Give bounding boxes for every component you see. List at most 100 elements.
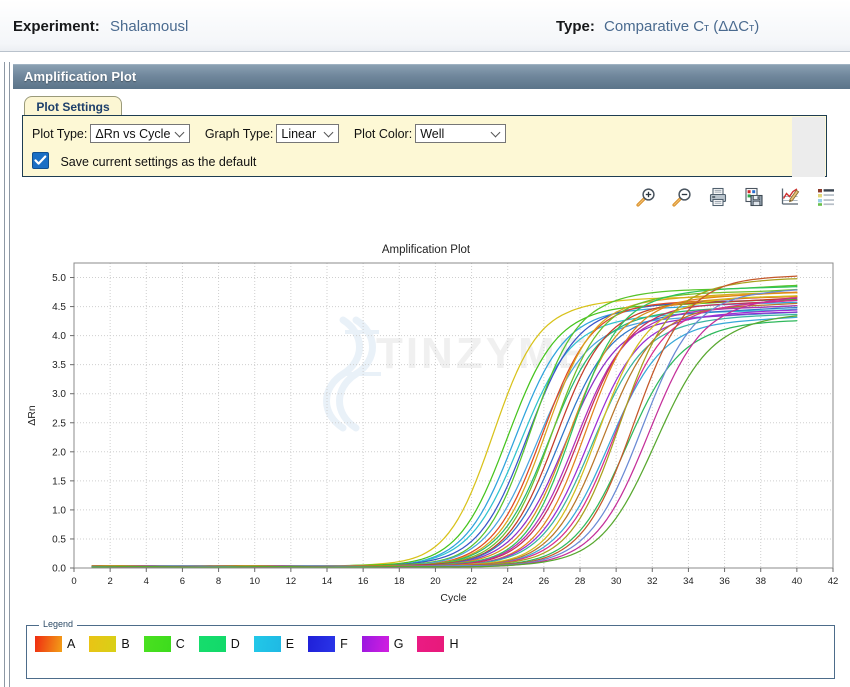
y-tick-label: 4.5 (52, 302, 66, 313)
zoom-in-icon (636, 188, 655, 207)
graph-type-label: Graph Type: (204, 126, 274, 141)
legend-swatch (198, 636, 226, 652)
graph-type-select[interactable]: Linear (276, 124, 340, 143)
legend-label: C (175, 637, 185, 651)
x-tick-label: 16 (358, 576, 369, 587)
save-image-icon (745, 187, 763, 207)
plot-type-label: Plot Type: (32, 126, 88, 141)
x-tick-label: 32 (647, 576, 658, 587)
legend-list-icon (818, 189, 834, 206)
y-tick-label: 1.5 (52, 476, 66, 487)
chevron-down-icon (325, 129, 333, 137)
legend-label: G (393, 637, 404, 651)
type-prefix: Comparative C (604, 18, 705, 35)
plot-type-select[interactable]: ΔRn vs Cycle (90, 124, 191, 143)
type-mid: (ΔΔC (709, 18, 750, 35)
x-tick-label: 28 (575, 576, 586, 587)
y-tick-label: 3.5 (52, 360, 66, 371)
x-tick-label: 42 (828, 576, 839, 587)
chart-plot-area[interactable]: TINZYME0 2 4 6 8 10 12 14 16 18 20 22 24 26 28 30 32 34 36… (13, 228, 839, 618)
legend-swatch (308, 636, 336, 652)
legend-swatch (143, 636, 171, 652)
x-tick-label: 24 (502, 576, 513, 587)
chevron-down-icon (176, 129, 184, 137)
tab-plot-settings[interactable]: Plot Settings (24, 96, 122, 116)
print-button[interactable] (704, 184, 732, 210)
zoom-out-button[interactable] (668, 184, 696, 210)
check-icon (34, 155, 47, 165)
chart-series-group (91, 275, 798, 568)
y-tick-label: 1.0 (52, 505, 66, 516)
x-tick-label: 6 (180, 576, 185, 587)
legend-item-list: A B C D E F G H (35, 636, 473, 652)
legend-swatch (417, 636, 445, 652)
y-tick-label: 4.0 (52, 331, 66, 342)
legend-item[interactable]: A (35, 636, 75, 652)
amplification-plot-screen: Experiment: Shalamousl Type: Comparative… (0, 0, 850, 687)
legend-label: B (121, 637, 130, 651)
x-axis-label: Cycle (440, 592, 466, 604)
x-tick-label: 26 (539, 576, 550, 587)
chevron-down-icon (492, 129, 500, 137)
legend-item[interactable]: G (361, 636, 404, 652)
legend-swatch (35, 636, 62, 652)
x-tick-label: 4 (144, 576, 149, 587)
save-default-checkbox[interactable] (32, 152, 49, 169)
x-tick-label: 8 (216, 576, 221, 587)
chart-series-line[interactable] (91, 284, 798, 568)
plot-color-control: Plot Color: Well (353, 124, 507, 143)
type-label: Type: (556, 18, 595, 35)
chart-toolbar (624, 184, 836, 212)
zoom-out-icon (672, 188, 691, 207)
legend-swatch (89, 636, 117, 652)
amplification-chart: Amplification Plot TINZYME 0 2 4 6 8 10 12 14 16 1… (13, 228, 839, 618)
legend-item[interactable]: F (308, 636, 348, 652)
y-tick-label: 0.5 (52, 534, 66, 545)
y-tick-label: 2.5 (52, 418, 66, 429)
panel-title: Amplification Plot (13, 64, 850, 89)
x-tick-label: 20 (430, 576, 441, 587)
legend-list-button[interactable] (812, 184, 840, 210)
legend-item[interactable]: E (253, 636, 294, 652)
legend-item[interactable]: D (198, 636, 240, 652)
chart-axes: 0 2 4 6 8 10 12 14 16 18 20 22 24 26 28 30 32 34 36 38 40 420… (26, 273, 838, 604)
graph-type-control: Graph Type: Linear (205, 124, 340, 143)
save-image-button[interactable] (740, 184, 768, 210)
experiment-label: Experiment: (13, 18, 100, 35)
legend-label: H (449, 637, 459, 651)
x-tick-label: 10 (249, 576, 260, 587)
x-tick-label: 0 (71, 576, 76, 587)
legend-label: F (340, 637, 348, 651)
legend-item[interactable]: H (417, 636, 459, 652)
x-tick-label: 12 (286, 576, 297, 587)
legend-item[interactable]: C (143, 636, 185, 652)
x-tick-label: 36 (719, 576, 730, 587)
y-axis-label: ΔRn (26, 405, 38, 426)
x-tick-label: 2 (107, 576, 112, 587)
save-default-label: Save current settings as the default (60, 155, 257, 169)
experiment-name: Shalamousl (110, 18, 189, 35)
plot-color-label: Plot Color: (353, 126, 413, 141)
y-tick-label: 5.0 (52, 273, 66, 284)
edit-chart-button[interactable] (776, 184, 804, 210)
x-tick-label: 18 (394, 576, 405, 587)
plot-type-control: Plot Type: ΔRn vs Cycle (32, 124, 191, 143)
print-icon (709, 187, 727, 207)
x-tick-label: 14 (322, 576, 333, 587)
x-tick-label: 22 (466, 576, 477, 587)
y-tick-label: 2.0 (52, 447, 66, 458)
legend-label: D (230, 637, 240, 651)
chart-legend: Legend A B C D E F G H (26, 619, 835, 679)
experiment-type: Comparative Cт (ΔΔCт) (604, 18, 759, 35)
x-tick-label: 30 (611, 576, 622, 587)
legend-item[interactable]: B (89, 636, 130, 652)
plot-color-value: Well (420, 126, 445, 141)
dna-helix-icon (323, 316, 381, 432)
legend-swatch (253, 636, 281, 652)
zoom-in-button[interactable] (632, 184, 660, 210)
plot-settings-panel: Plot Type: ΔRn vs Cycle Graph Type: Line… (22, 115, 827, 177)
graph-type-value: Linear (281, 126, 317, 141)
x-tick-label: 38 (755, 576, 766, 587)
legend-label: A (67, 637, 76, 651)
plot-color-select[interactable]: Well (415, 124, 507, 143)
